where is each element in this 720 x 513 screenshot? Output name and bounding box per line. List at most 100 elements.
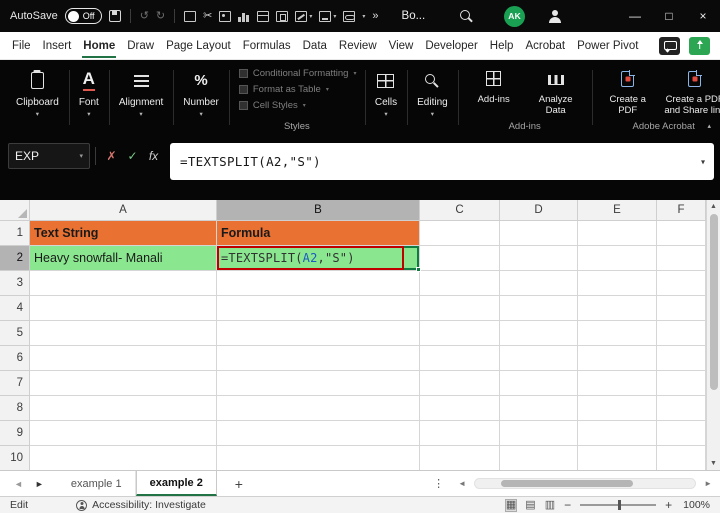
screen-clip-icon[interactable]	[184, 10, 197, 22]
next-sheet-icon[interactable]: ►	[35, 479, 44, 489]
cell-B5[interactable]	[217, 321, 420, 346]
account-icon[interactable]	[548, 9, 562, 23]
cell-E8[interactable]	[578, 396, 657, 421]
cell-B6[interactable]	[217, 346, 420, 371]
search-icon[interactable]	[460, 9, 473, 23]
zoom-out-button[interactable]: −	[564, 499, 571, 511]
menu-developer[interactable]: Developer	[419, 32, 483, 59]
chevron-down-icon[interactable]: ▾	[333, 13, 336, 20]
cell-A6[interactable]	[30, 346, 217, 371]
cell-F6[interactable]	[657, 346, 706, 371]
cell-C4[interactable]	[420, 296, 500, 321]
row-header-4[interactable]: 4	[0, 296, 30, 321]
enter-entry-button[interactable]: ✓	[122, 143, 143, 169]
row-header-6[interactable]: 6	[0, 346, 30, 371]
cell-A2[interactable]: Heavy snowfall- Manali	[30, 246, 217, 271]
vertical-scrollbar-thumb[interactable]	[709, 214, 718, 390]
image-icon[interactable]	[219, 10, 232, 22]
cell-E2[interactable]	[578, 246, 657, 271]
cell-A4[interactable]	[30, 296, 217, 321]
cell-E9[interactable]	[578, 421, 657, 446]
select-all-corner[interactable]	[0, 200, 30, 221]
cell-C7[interactable]	[420, 371, 500, 396]
menu-power-pivot[interactable]: Power Pivot	[571, 32, 644, 59]
cell-E5[interactable]	[578, 321, 657, 346]
horizontal-scrollbar[interactable]	[474, 478, 697, 489]
comments-icon[interactable]	[659, 36, 680, 55]
fill-handle[interactable]	[416, 267, 421, 272]
autosave-toggle[interactable]: Off	[64, 8, 102, 24]
page-layout-view-icon[interactable]: ▤	[525, 499, 535, 511]
collapse-ribbon-icon[interactable]: ▴	[707, 122, 711, 130]
menu-help[interactable]: Help	[484, 32, 520, 59]
row-header-8[interactable]: 8	[0, 396, 30, 421]
cell-D3[interactable]	[500, 271, 578, 296]
cell-A3[interactable]	[30, 271, 217, 296]
sheet-tab-example-2[interactable]: example 2	[135, 471, 217, 496]
ribbon-group-cells[interactable]: Cells ▾	[364, 60, 407, 137]
undo-icon[interactable]: ↺	[140, 10, 149, 22]
create-pdf-button[interactable]: Create a PDF	[600, 65, 656, 117]
cell-A7[interactable]	[30, 371, 217, 396]
new-sheet-button[interactable]: +	[229, 476, 249, 492]
format-painter-icon[interactable]	[276, 10, 289, 22]
column-header-A[interactable]: A	[30, 200, 217, 221]
link-icon[interactable]	[343, 10, 356, 22]
row-header-9[interactable]: 9	[0, 421, 30, 446]
table-icon[interactable]	[257, 10, 270, 22]
maximize-button[interactable]: □	[652, 0, 686, 32]
menu-data[interactable]: Data	[297, 32, 333, 59]
vertical-scrollbar[interactable]: ▲ ▼	[706, 200, 720, 470]
cell-A8[interactable]	[30, 396, 217, 421]
menu-draw[interactable]: Draw	[121, 32, 160, 59]
analyze-data-button[interactable]: Analyze Data	[528, 65, 584, 117]
name-box[interactable]: EXP ▾	[8, 143, 90, 169]
scroll-right-icon[interactable]: ►	[704, 479, 712, 488]
pen-tool-button[interactable]: ▾	[295, 10, 312, 22]
row-header-3[interactable]: 3	[0, 271, 30, 296]
zoom-slider-thumb[interactable]	[618, 500, 622, 510]
expand-formula-bar-icon[interactable]: ▾	[701, 157, 705, 166]
sheet-tab-example-1[interactable]: example 1	[58, 471, 136, 496]
ribbon-conditional-formatting[interactable]: Conditional Formatting ▾	[238, 65, 356, 81]
more-commands-icon[interactable]: »	[372, 10, 378, 22]
cell-D8[interactable]	[500, 396, 578, 421]
cell-F8[interactable]	[657, 396, 706, 421]
minimize-button[interactable]: —	[618, 0, 652, 32]
avatar[interactable]: AK	[504, 5, 526, 27]
cell-C10[interactable]	[420, 446, 500, 470]
cell-F10[interactable]	[657, 446, 706, 470]
cell-B8[interactable]	[217, 396, 420, 421]
column-header-E[interactable]: E	[578, 200, 657, 221]
cell-B9[interactable]	[217, 421, 420, 446]
sheet-options-kebab-icon[interactable]: ⋮	[433, 477, 444, 490]
horizontal-scrollbar-thumb[interactable]	[501, 480, 634, 487]
zoom-slider[interactable]	[580, 500, 657, 510]
chevron-down-icon[interactable]: ▾	[79, 152, 83, 160]
scroll-down-icon[interactable]: ▼	[710, 460, 717, 467]
cell-D9[interactable]	[500, 421, 578, 446]
cell-E10[interactable]	[578, 446, 657, 470]
row-header-5[interactable]: 5	[0, 321, 30, 346]
scroll-up-icon[interactable]: ▲	[710, 203, 717, 210]
column-header-F[interactable]: F	[657, 200, 706, 221]
cut-icon[interactable]: ✂	[203, 10, 212, 22]
cell-D6[interactable]	[500, 346, 578, 371]
cell-F4[interactable]	[657, 296, 706, 321]
cell-C9[interactable]	[420, 421, 500, 446]
share-icon[interactable]	[689, 36, 710, 55]
ribbon-group-editing[interactable]: Editing ▾	[407, 60, 458, 137]
create-pdf-share-link-button[interactable]: Create a PDF and Share link	[662, 65, 720, 117]
cell-C5[interactable]	[420, 321, 500, 346]
cell-D7[interactable]	[500, 371, 578, 396]
chart-icon[interactable]	[238, 11, 250, 22]
column-header-D[interactable]: D	[500, 200, 578, 221]
cell-A9[interactable]	[30, 421, 217, 446]
save-icon[interactable]	[108, 10, 121, 22]
cell-A5[interactable]	[30, 321, 217, 346]
page-break-view-icon[interactable]: ▥	[545, 499, 555, 511]
cell-E7[interactable]	[578, 371, 657, 396]
cell-F1[interactable]	[657, 221, 706, 246]
cell-C3[interactable]	[420, 271, 500, 296]
menu-file[interactable]: File	[6, 32, 37, 59]
